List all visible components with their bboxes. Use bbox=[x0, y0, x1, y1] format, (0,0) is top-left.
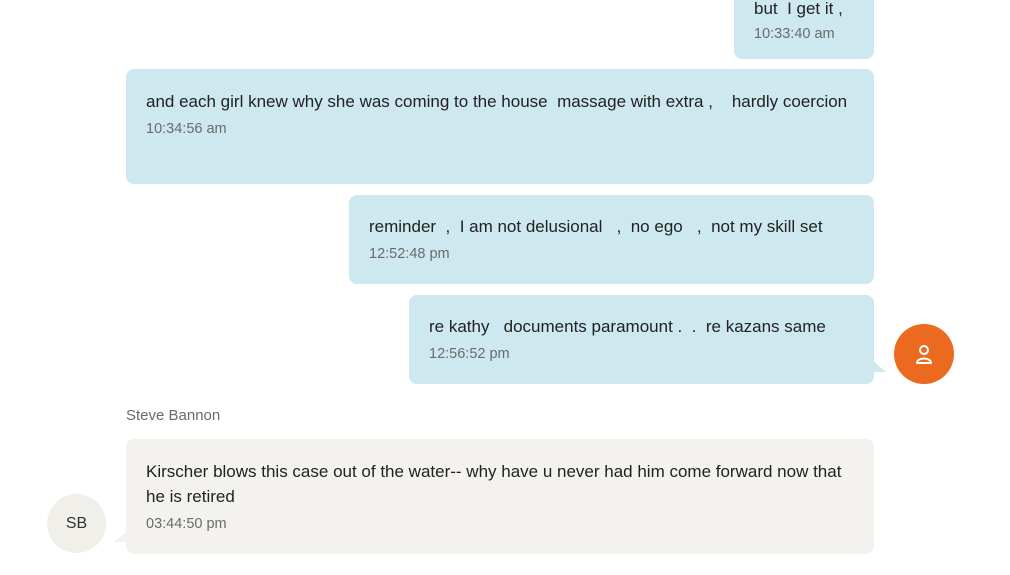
person-icon bbox=[916, 345, 932, 364]
self-avatar[interactable] bbox=[894, 324, 954, 384]
contact-avatar[interactable]: SB bbox=[47, 494, 106, 553]
message-timestamp: 10:33:40 am bbox=[754, 26, 835, 42]
message-text: reminder , I am not delusional , no ego … bbox=[369, 217, 823, 236]
message-bubble-outgoing[interactable]: reminder , I am not delusional , no ego … bbox=[349, 195, 874, 284]
message-timestamp: 12:52:48 pm bbox=[369, 246, 450, 262]
message-timestamp: 10:34:56 am bbox=[146, 121, 227, 137]
message-text: Kirscher blows this case out of the wate… bbox=[146, 462, 847, 506]
chat-conversation: but I get it , 10:33:40 am and each girl… bbox=[0, 0, 1010, 575]
message-bubble-outgoing[interactable]: re kathy documents paramount . . re kaza… bbox=[409, 295, 874, 384]
message-text: but I get it , bbox=[754, 0, 843, 18]
message-timestamp: 12:56:52 pm bbox=[429, 346, 510, 362]
message-bubble-outgoing[interactable]: but I get it , 10:33:40 am bbox=[734, 0, 874, 59]
message-bubble-outgoing[interactable]: and each girl knew why she was coming to… bbox=[126, 69, 874, 184]
message-text: and each girl knew why she was coming to… bbox=[146, 92, 848, 111]
message-bubble-incoming[interactable]: Kirscher blows this case out of the wate… bbox=[126, 439, 874, 554]
message-timestamp: 03:44:50 pm bbox=[146, 516, 227, 532]
contact-initials: SB bbox=[65, 514, 88, 532]
bubble-tail bbox=[114, 530, 128, 542]
message-text: re kathy documents paramount . . re kaza… bbox=[429, 317, 826, 336]
sender-name: Steve Bannon bbox=[126, 407, 221, 424]
bubble-tail bbox=[872, 360, 886, 372]
